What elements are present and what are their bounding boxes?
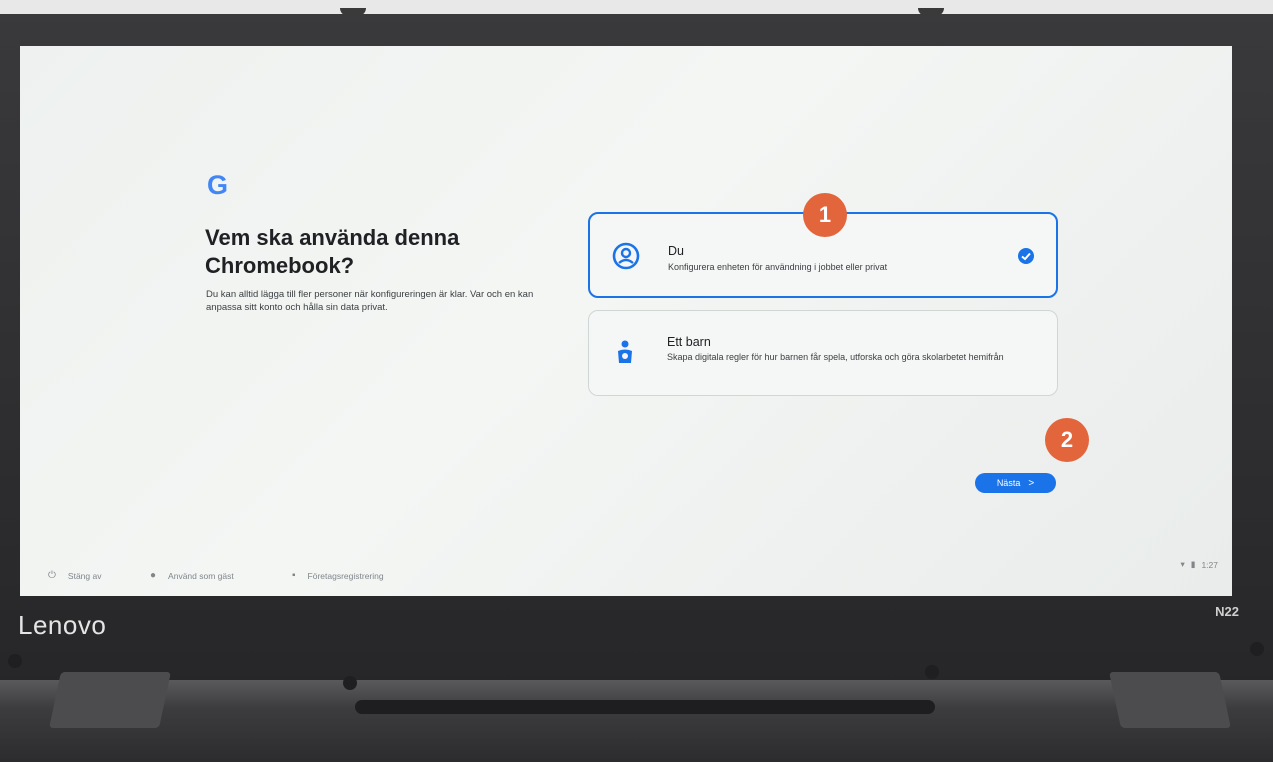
chevron-right-icon: > bbox=[1028, 477, 1035, 489]
shutdown-button[interactable]: ⏻ Stäng av bbox=[48, 570, 101, 581]
screw bbox=[343, 676, 357, 690]
battery-icon: ▮ bbox=[1190, 559, 1196, 569]
hinge-left bbox=[49, 672, 171, 728]
option-subtitle: Skapa digitala regler för hur barnen får… bbox=[667, 352, 1004, 362]
next-button-label: Nästa bbox=[996, 478, 1021, 488]
background-strip bbox=[0, 0, 1273, 14]
shutdown-label: Stäng av bbox=[67, 570, 102, 581]
screw bbox=[1250, 642, 1264, 656]
option-subtitle: Konfigurera enheten för användning i job… bbox=[668, 262, 888, 272]
child-icon bbox=[618, 340, 632, 363]
bezel-bump bbox=[918, 8, 944, 16]
google-logo: G bbox=[207, 170, 229, 200]
guest-button[interactable]: ● Använd som gäst bbox=[150, 570, 234, 581]
option-title: Du bbox=[668, 244, 684, 258]
laptop-base bbox=[0, 680, 1273, 762]
clock: 1:27 bbox=[1201, 559, 1218, 570]
status-tray[interactable]: ▾ ▮ 1:27 bbox=[1174, 559, 1218, 570]
wifi-icon: ▾ bbox=[1180, 559, 1185, 569]
screw bbox=[925, 665, 939, 679]
enterprise-enrollment-button[interactable]: ▪ Företagsregistrering bbox=[292, 570, 384, 581]
next-button[interactable]: Nästa > bbox=[975, 473, 1056, 493]
annotation-marker-2: 2 bbox=[1045, 418, 1089, 462]
chromebook-screen: G Vem ska använda denna Chromebook? Du k… bbox=[20, 46, 1232, 596]
person-circle-icon bbox=[612, 242, 640, 270]
model-label: N22 bbox=[1215, 604, 1239, 619]
account-icon: ● bbox=[150, 570, 157, 581]
option-title: Ett barn bbox=[667, 335, 711, 349]
hinge-slot bbox=[355, 700, 935, 714]
check-icon bbox=[1018, 248, 1034, 264]
page-description: Du kan alltid lägga till fler personer n… bbox=[206, 289, 534, 313]
bezel-bump bbox=[340, 8, 366, 16]
hinge-right bbox=[1109, 672, 1231, 728]
enterprise-label: Företagsregistrering bbox=[307, 570, 384, 581]
power-icon: ⏻ bbox=[48, 570, 56, 581]
option-card-child[interactable]: Ett barn Skapa digitala regler för hur b… bbox=[588, 310, 1058, 396]
page-title: Vem ska använda denna Chromebook? bbox=[205, 225, 460, 278]
building-icon: ▪ bbox=[292, 570, 296, 581]
guest-label: Använd som gäst bbox=[168, 570, 234, 581]
lenovo-logo: Lenovo bbox=[18, 610, 107, 640]
annotation-marker-1: 1 bbox=[803, 193, 847, 237]
screw bbox=[8, 654, 22, 668]
